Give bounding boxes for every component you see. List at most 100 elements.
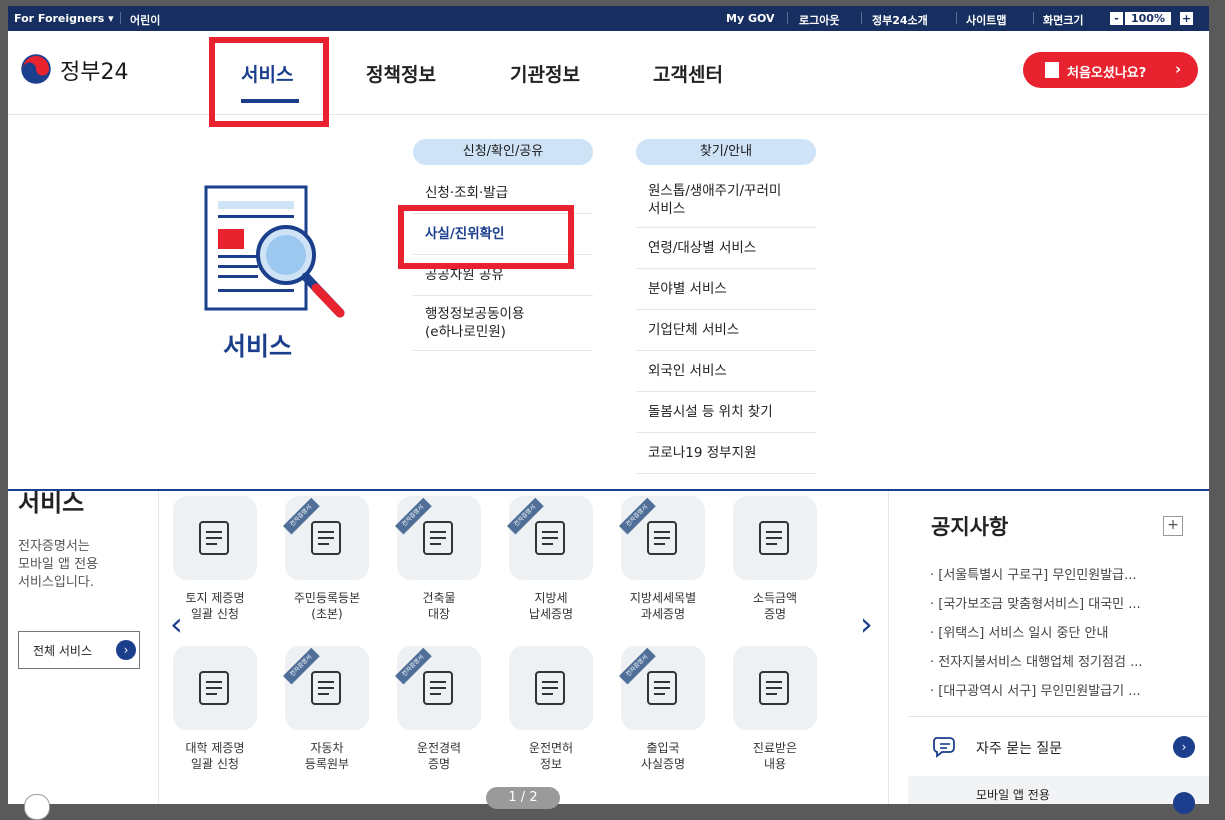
document-magnifier-icon [204, 185, 345, 318]
children-link[interactable]: 어린이 [130, 12, 160, 28]
menu-covid19[interactable]: 코로나19 정부지원 [636, 433, 816, 474]
chat-bubble-icon [933, 737, 955, 758]
service-label: 소득금액 증명 [752, 591, 798, 621]
mega-menu-title: 서비스 [223, 332, 293, 361]
my-gov-link[interactable]: My GOV [726, 12, 775, 25]
divider [120, 12, 121, 24]
gov-logo-icon[interactable] [20, 53, 52, 85]
first-visit-button[interactable]: 처음오셨나요? › [1023, 52, 1198, 88]
notice-item[interactable]: · 전자지불서비스 대행업체 정기점검 ... [930, 648, 1200, 677]
service-label: 출입국 사실증명 [640, 741, 686, 771]
service-label: 주민등록등본 (초본) [293, 591, 361, 621]
chevron-right-icon: › [1173, 736, 1195, 758]
divider [888, 491, 889, 804]
service-item[interactable]: 소득금액 증명 [720, 496, 830, 622]
zoom-out-button[interactable]: - [1110, 12, 1123, 25]
screen-size-label: 화면크기 [1043, 14, 1084, 27]
scroll-button[interactable] [24, 794, 50, 820]
graduation-cap-icon [199, 671, 229, 705]
service-tile [733, 646, 817, 730]
service-item[interactable]: 토지 제증명 일괄 신청 [160, 496, 270, 622]
mega-menu-border [8, 489, 1209, 491]
about-link[interactable]: 정부24소개 [872, 12, 928, 28]
chart-board-icon [647, 521, 677, 555]
driver-doc-icon [423, 671, 453, 705]
menu-label-line: 행정정보공동이용 [425, 306, 525, 322]
chevron-right-icon [1173, 792, 1195, 814]
service-item[interactable]: 전자증명서지방세 납세증명 [496, 496, 606, 622]
service-tile [509, 646, 593, 730]
mobile-app-link[interactable]: 모바일 앱 전용 [908, 776, 1209, 814]
service-tile: 전자증명서 [507, 496, 593, 580]
service-tile [173, 646, 257, 730]
nav-agency-info[interactable]: 기관정보 [510, 60, 580, 87]
next-slide-arrow[interactable]: › [860, 605, 873, 643]
service-tile: 전자증명서 [395, 496, 481, 580]
service-item[interactable]: 진료받은 내용 [720, 646, 830, 772]
chevron-right-icon: › [116, 640, 136, 660]
service-item[interactable]: 전자증명서 운전경력 증명 [384, 646, 494, 772]
desc-line: 서비스입니다. [18, 575, 94, 590]
divider [158, 491, 159, 804]
slide-pager: 1 / 2 [486, 787, 560, 809]
zoom-value: 100% [1125, 12, 1171, 25]
section-description: 전자증명서는 모바일 앱 전용 서비스입니다. [18, 538, 98, 592]
land-map-icon [199, 521, 229, 555]
notice-item[interactable]: · [서울특별시 구로구] 무인민원발급... [930, 561, 1200, 590]
service-item[interactable]: 대학 제증명 일괄 신청 [160, 646, 270, 772]
service-item[interactable]: 전자증명서 건축물 대장 [384, 496, 494, 622]
service-label: 자동차 등록원부 [304, 741, 350, 771]
menu-admin-info-sharing[interactable]: 행정정보공동이용 (e하나로민원) [413, 296, 593, 351]
zoom-in-button[interactable]: + [1180, 12, 1193, 25]
notice-list: · [서울특별시 구로구] 무인민원발급... · [국가보조금 맞춤형서비스]… [930, 561, 1200, 706]
nav-policy-info[interactable]: 정책정보 [366, 60, 436, 87]
logo-text[interactable]: 정부24 [60, 54, 128, 86]
service-tile: 전자증명서 [283, 646, 369, 730]
service-label: 토지 제증명 일괄 신청 [185, 591, 245, 621]
divider [956, 12, 957, 24]
notice-item[interactable]: · [국가보조금 맞춤형서비스] 대국민 ... [930, 590, 1200, 619]
service-label: 진료받은 내용 [752, 741, 798, 771]
service-tile: 전자증명서 [619, 646, 705, 730]
menu-age-target[interactable]: 연령/대상별 서비스 [636, 228, 816, 269]
menu-by-field[interactable]: 분야별 서비스 [636, 269, 816, 310]
passport-icon [647, 671, 677, 705]
menu-onestop-lifecycle[interactable]: 원스톱/생애주기/꾸러미 서비스 [636, 173, 816, 228]
service-tile [733, 496, 817, 580]
menu-business[interactable]: 기업단체 서비스 [636, 310, 816, 351]
utility-bar: For Foreigners ▾ 어린이 My GOV 로그아웃 정부24소개 … [8, 6, 1209, 31]
service-label: 운전면허 정보 [528, 741, 574, 771]
medical-record-icon [759, 671, 789, 705]
all-services-button[interactable]: 전체 서비스 › [18, 631, 140, 669]
for-foreigners-link[interactable]: For Foreigners ▾ [14, 12, 114, 25]
col1-heading: 신청/확인/공유 [413, 139, 593, 165]
service-tile: 전자증명서 [283, 496, 369, 580]
all-services-label: 전체 서비스 [33, 644, 93, 658]
notice-item[interactable]: · [대구광역시 서구] 무인민원발급기 ... [930, 677, 1200, 706]
sitemap-link[interactable]: 사이트맵 [966, 12, 1006, 28]
coins-doc-icon [759, 521, 789, 555]
menu-care-facility[interactable]: 돌봄시설 등 위치 찾기 [636, 392, 816, 433]
service-label: 지방세세목별 과세증명 [629, 591, 697, 621]
annotation-highlight-fact-check [398, 205, 574, 269]
service-item[interactable]: 전자증명서주민등록등본 (초본) [272, 496, 382, 622]
menu-foreigner[interactable]: 외국인 서비스 [636, 351, 816, 392]
notice-more-button[interactable]: + [1163, 516, 1183, 536]
chevron-right-icon: › [1175, 60, 1182, 78]
notice-item[interactable]: · [위택스] 서비스 일시 중단 안내 [930, 619, 1200, 648]
faq-link[interactable]: 자주 묻는 질문 › [908, 716, 1209, 777]
service-tile [173, 496, 257, 580]
car-doc-icon [311, 671, 341, 705]
desc-line: 모바일 앱 전용 [18, 557, 99, 572]
mega-menu: 서비스 신청/확인/공유 찾기/안내 신청·조회·발급 사실/진위확인 공공자원… [8, 114, 1209, 491]
service-label: 지방세 납세증명 [528, 591, 574, 621]
service-item[interactable]: 전자증명서자동차 등록원부 [272, 646, 382, 772]
service-item[interactable]: 전자증명서출입국 사실증명 [608, 646, 718, 772]
id-card-icon [311, 521, 341, 555]
logout-link[interactable]: 로그아웃 [799, 12, 839, 28]
service-item[interactable]: 운전면허 정보 [496, 646, 606, 772]
service-tile: 전자증명서 [395, 646, 481, 730]
nav-customer-center[interactable]: 고객센터 [653, 60, 723, 87]
service-item[interactable]: 전자증명서 지방세세목별 과세증명 [608, 496, 718, 622]
col2-heading: 찾기/안내 [636, 139, 816, 165]
